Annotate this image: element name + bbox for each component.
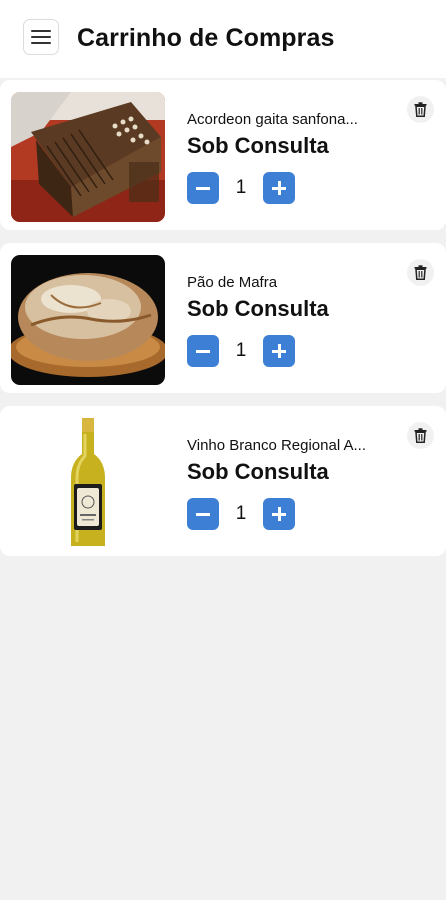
hamburger-menu-icon bbox=[31, 30, 51, 32]
minus-icon bbox=[196, 186, 210, 190]
trash-icon bbox=[414, 265, 427, 280]
product-image-accordion[interactable] bbox=[11, 92, 165, 222]
quantity-value: 1 bbox=[235, 177, 247, 198]
remove-item-button[interactable] bbox=[407, 259, 434, 286]
minus-icon bbox=[196, 349, 210, 353]
minus-icon bbox=[196, 512, 210, 516]
product-price: Sob Consulta bbox=[187, 296, 329, 321]
trash-icon bbox=[414, 102, 427, 117]
page-title: Carrinho de Compras bbox=[77, 24, 335, 52]
product-price: Sob Consulta bbox=[187, 459, 329, 484]
decrease-quantity-button[interactable] bbox=[187, 335, 219, 367]
decrease-quantity-button[interactable] bbox=[187, 172, 219, 204]
trash-icon bbox=[414, 428, 427, 443]
product-price: Sob Consulta bbox=[187, 133, 329, 158]
app-header: Carrinho de Compras bbox=[0, 0, 446, 78]
product-name[interactable]: Acordeon gaita sanfona... bbox=[187, 111, 383, 128]
cart-item-1: Acordeon gaita sanfona... Sob Consulta 1 bbox=[0, 80, 446, 230]
quantity-value: 1 bbox=[235, 340, 247, 361]
increase-quantity-button[interactable] bbox=[263, 498, 295, 530]
increase-quantity-button[interactable] bbox=[263, 172, 295, 204]
product-image-bread[interactable] bbox=[11, 255, 165, 385]
product-name[interactable]: Vinho Branco Regional A... bbox=[187, 437, 383, 454]
product-image-wine[interactable] bbox=[11, 418, 165, 548]
quantity-value: 1 bbox=[235, 503, 247, 524]
menu-button[interactable] bbox=[23, 19, 59, 55]
remove-item-button[interactable] bbox=[407, 422, 434, 449]
decrease-quantity-button[interactable] bbox=[187, 498, 219, 530]
increase-quantity-button[interactable] bbox=[263, 335, 295, 367]
cart-item-2: Pão de Mafra Sob Consulta 1 bbox=[0, 243, 446, 393]
remove-item-button[interactable] bbox=[407, 96, 434, 123]
product-name[interactable]: Pão de Mafra bbox=[187, 274, 383, 291]
cart-item-3: Vinho Branco Regional A... Sob Consulta … bbox=[0, 406, 446, 556]
